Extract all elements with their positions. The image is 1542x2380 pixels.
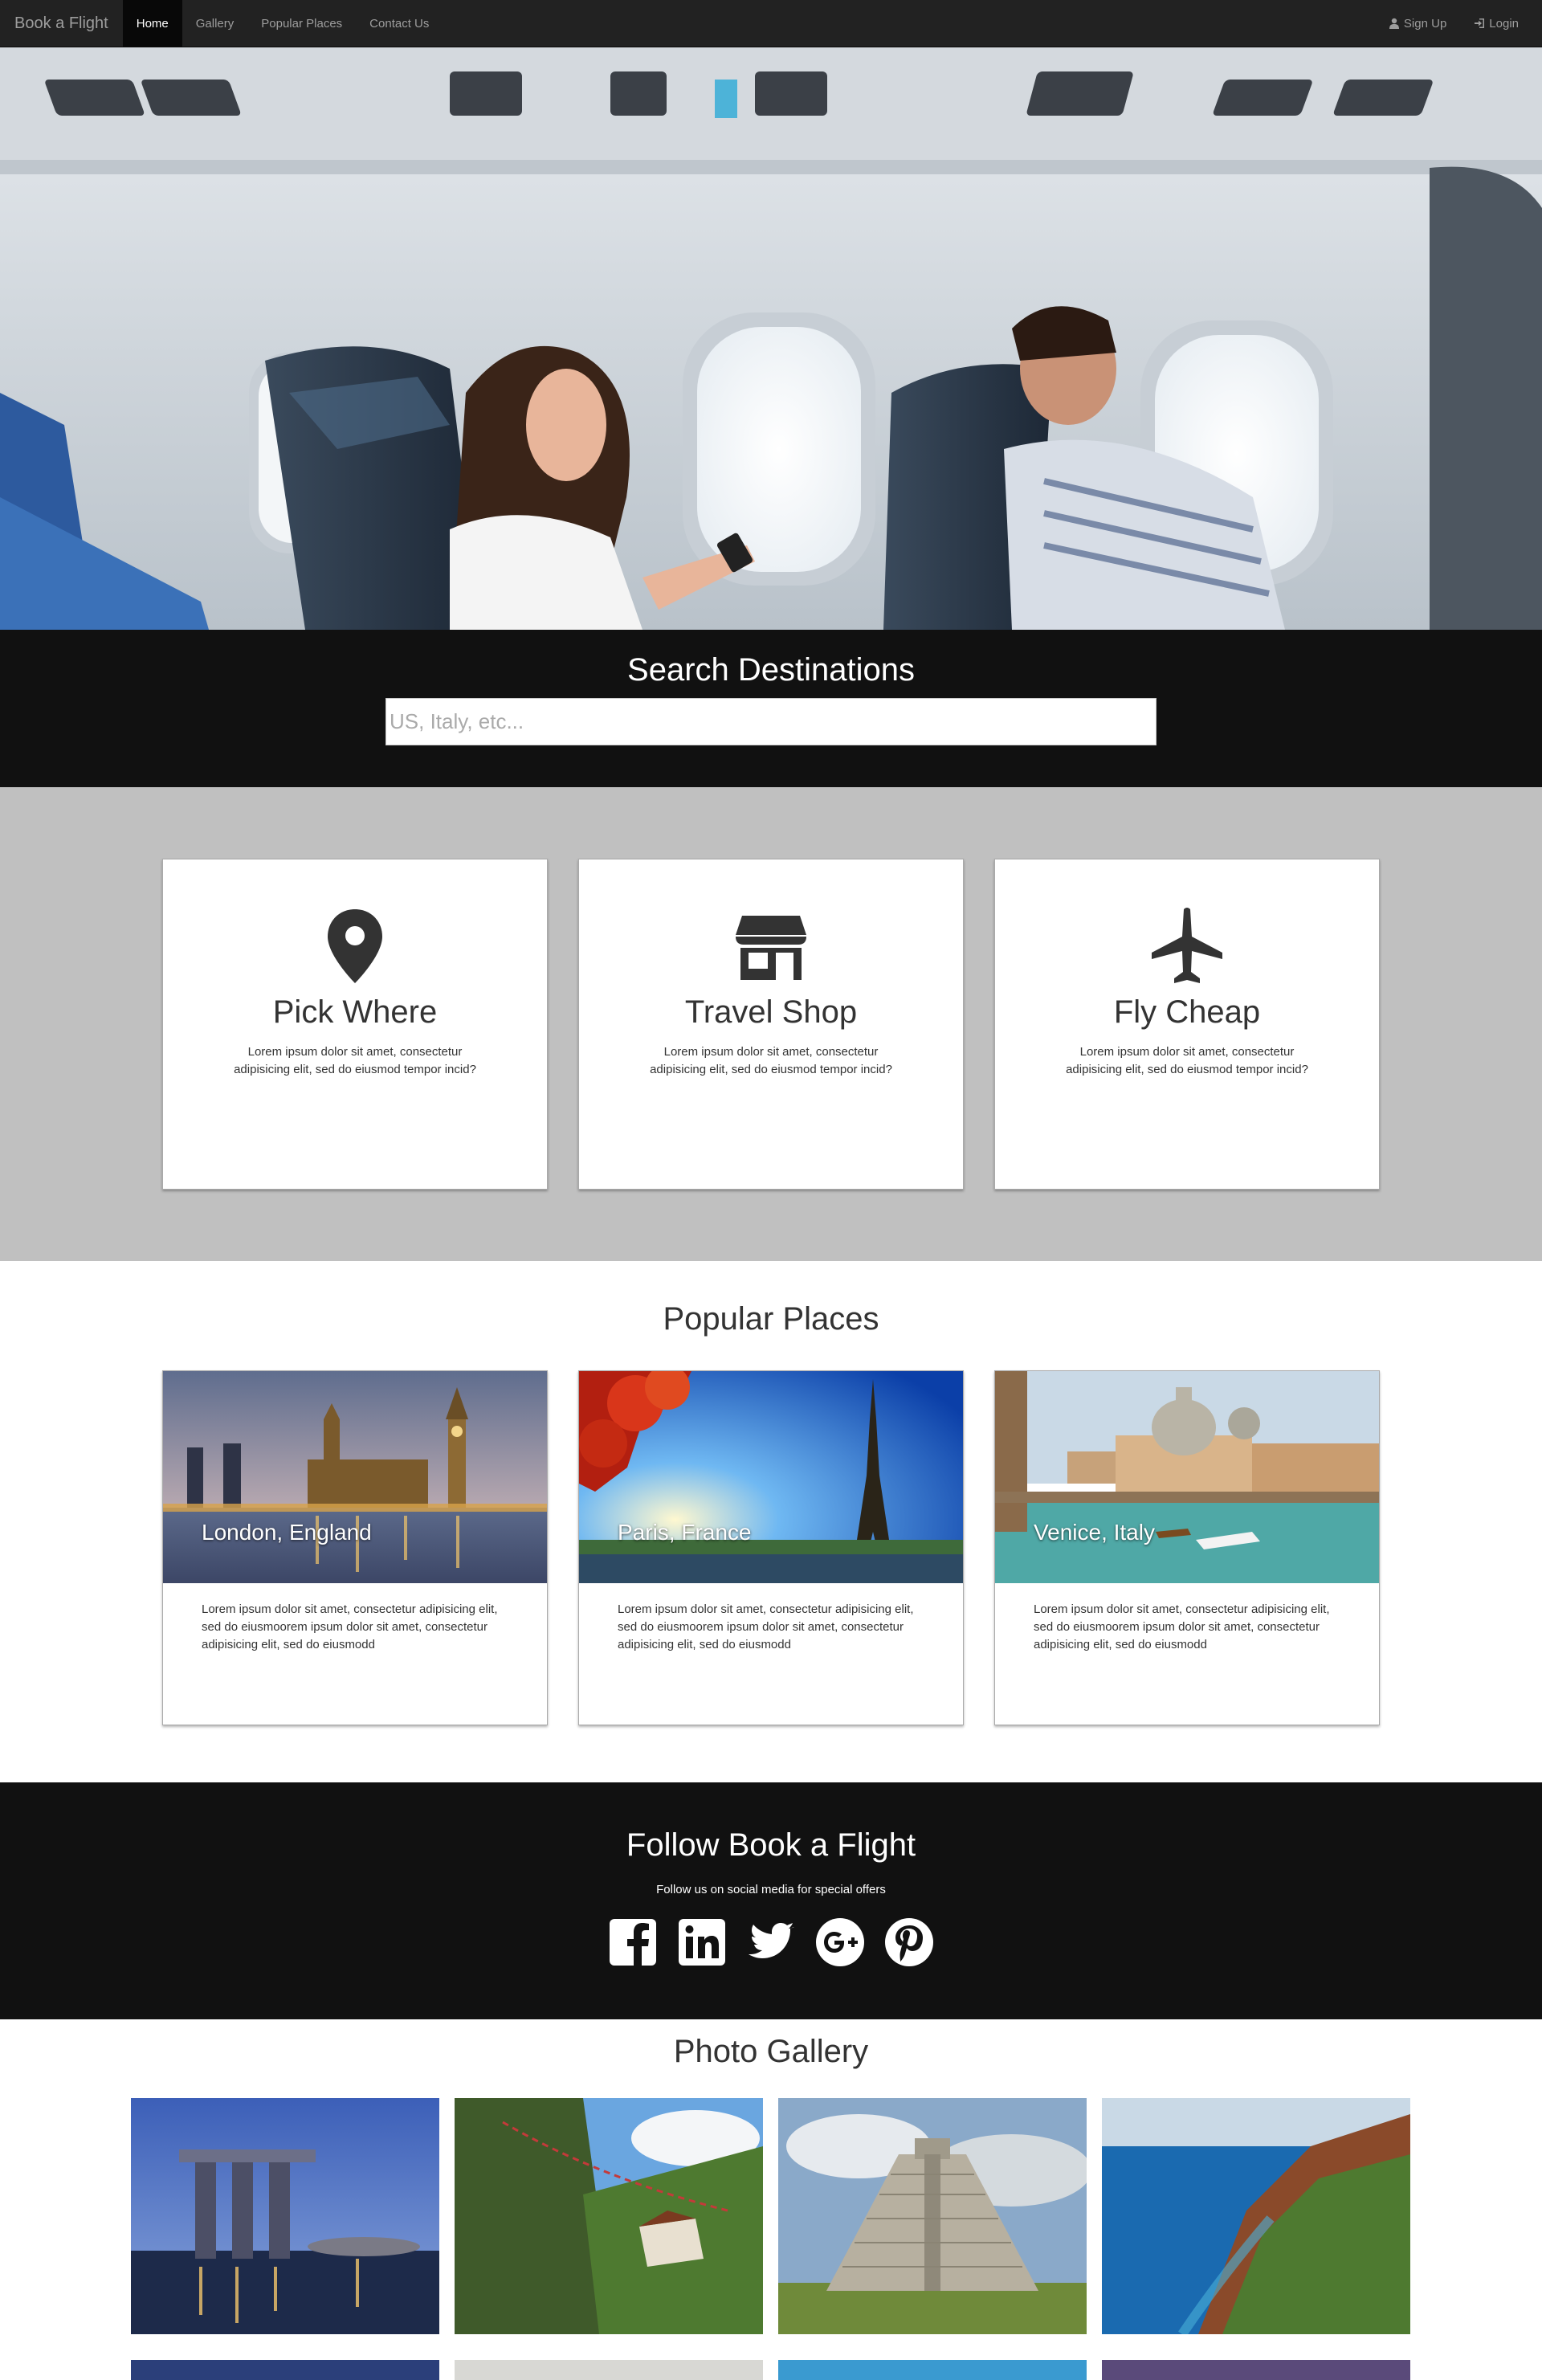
nav-item-gallery[interactable]: Gallery	[182, 0, 248, 47]
follow-title: Follow Book a Flight	[626, 1827, 916, 1863]
place-image-paris: Paris, France	[579, 1371, 963, 1583]
features-section: Pick Where Lorem ipsum dolor sit amet, c…	[0, 787, 1542, 1261]
search-title: Search Destinations	[627, 652, 915, 688]
place-text: Lorem ipsum dolor sit amet, consectetur …	[618, 1602, 914, 1651]
login-label: Login	[1489, 16, 1519, 31]
shop-icon	[736, 916, 806, 980]
airplane-icon	[1152, 908, 1222, 983]
nav-item-contact-us[interactable]: Contact Us	[356, 0, 443, 47]
feature-card-fly-cheap: Fly Cheap Lorem ipsum dolor sit amet, co…	[994, 859, 1380, 1190]
nav-right: Sign Up Login	[1375, 0, 1542, 47]
gallery-photo-chichen-itza[interactable]	[778, 2098, 1087, 2334]
brand-link[interactable]: Book a Flight	[0, 0, 123, 47]
facebook-link[interactable]	[606, 1916, 659, 1969]
photo-gallery-heading: Photo Gallery	[673, 2034, 869, 2069]
twitter-icon	[749, 1923, 794, 1958]
feature-title: Travel Shop	[684, 994, 858, 1030]
facebook-icon	[610, 1919, 656, 1966]
feature-text: Lorem ipsum dolor sit amet, consectetur …	[650, 1045, 892, 1076]
place-card-venice[interactable]: Venice, Italy Lorem ipsum dolor sit amet…	[994, 1370, 1380, 1725]
linkedin-icon	[679, 1919, 725, 1966]
place-name: Paris, France	[618, 1520, 752, 1545]
place-name: Venice, Italy	[1034, 1520, 1155, 1545]
search-input[interactable]	[386, 698, 1156, 745]
gallery-photo-5[interactable]	[131, 2360, 439, 2380]
navbar: Book a Flight Home Gallery Popular Place…	[0, 0, 1542, 47]
google-plus-icon	[816, 1918, 864, 1966]
feature-title: Fly Cheap	[1113, 994, 1261, 1030]
gallery-photo-6[interactable]	[455, 2360, 763, 2380]
hero-airplane-cabin-illustration	[0, 47, 1542, 630]
place-text: Lorem ipsum dolor sit amet, consectetur …	[1034, 1602, 1330, 1651]
place-card-paris[interactable]: Paris, France Lorem ipsum dolor sit amet…	[578, 1370, 964, 1725]
gallery-photo-mountain-monastery[interactable]	[455, 2098, 763, 2334]
signup-label: Sign Up	[1403, 16, 1447, 31]
google-plus-link[interactable]	[814, 1916, 867, 1969]
place-name: London, England	[202, 1520, 372, 1545]
pinterest-link[interactable]	[883, 1916, 936, 1969]
nav-item-popular-places[interactable]: Popular Places	[247, 0, 356, 47]
feature-text: Lorem ipsum dolor sit amet, consectetur …	[1066, 1045, 1308, 1076]
feature-card-travel-shop: Travel Shop Lorem ipsum dolor sit amet, …	[578, 859, 964, 1190]
gallery-photo-marina-bay[interactable]	[131, 2098, 439, 2334]
follow-subtitle: Follow us on social media for special of…	[656, 1883, 886, 1896]
place-card-london[interactable]: London, England Lorem ipsum dolor sit am…	[162, 1370, 548, 1725]
place-text: Lorem ipsum dolor sit amet, consectetur …	[202, 1602, 498, 1651]
gallery-photo-na-pali-coast[interactable]	[1102, 2098, 1410, 2334]
gallery-photo-8[interactable]	[1102, 2360, 1410, 2380]
nav-item-home[interactable]: Home	[122, 0, 182, 47]
search-section: Search Destinations	[0, 630, 1542, 787]
login-link[interactable]: Login	[1460, 0, 1532, 47]
map-marker-icon	[328, 909, 382, 983]
feature-card-pick-where: Pick Where Lorem ipsum dolor sit amet, c…	[162, 859, 548, 1190]
user-icon	[1389, 18, 1400, 29]
social-links	[0, 1916, 1542, 1969]
place-image-venice: Venice, Italy	[995, 1371, 1379, 1583]
login-icon	[1474, 18, 1485, 29]
nav-menu: Home Gallery Popular Places Contact Us	[122, 0, 443, 47]
signup-link[interactable]: Sign Up	[1375, 0, 1460, 47]
place-image-london: London, England	[163, 1371, 547, 1583]
popular-places-heading: Popular Places	[663, 1301, 879, 1337]
pinterest-icon	[885, 1918, 933, 1966]
follow-section: Follow Book a Flight Follow us on social…	[0, 1782, 1542, 2019]
linkedin-link[interactable]	[675, 1916, 728, 1969]
feature-title: Pick Where	[272, 994, 438, 1030]
gallery-photo-7[interactable]	[778, 2360, 1087, 2380]
feature-text: Lorem ipsum dolor sit amet, consectetur …	[234, 1045, 476, 1076]
hero-image	[0, 47, 1542, 630]
twitter-link[interactable]	[744, 1916, 798, 1969]
